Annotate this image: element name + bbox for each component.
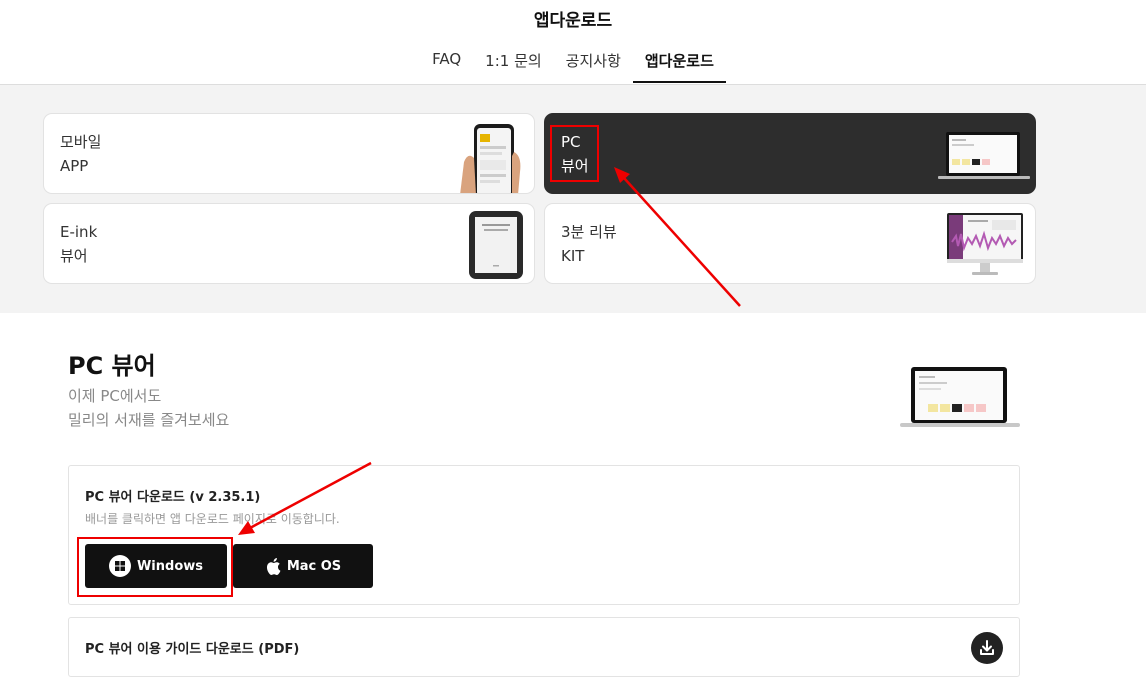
card-pc-viewer[interactable]: PC 뷰어 bbox=[544, 113, 1036, 194]
tab-faq[interactable]: FAQ bbox=[420, 48, 473, 83]
apple-icon bbox=[265, 557, 281, 576]
viewer-title: PC 뷰어 bbox=[68, 352, 156, 380]
macos-button-label: Mac OS bbox=[286, 558, 342, 574]
card-line1: 3분 리뷰 bbox=[561, 223, 617, 241]
card-eink-viewer[interactable]: E-ink 뷰어 bbox=[43, 203, 535, 284]
tab-bar: FAQ 1:1 문의 공지사항 앱다운로드 bbox=[0, 48, 1146, 83]
card-line2: APP bbox=[60, 157, 89, 175]
card-line2: 뷰어 bbox=[60, 247, 88, 265]
ereader-illustration bbox=[469, 211, 523, 279]
card-line2: KIT bbox=[561, 247, 585, 265]
card-review-kit[interactable]: 3분 리뷰 KIT bbox=[544, 203, 1036, 284]
card-label: 3분 리뷰 KIT bbox=[561, 220, 617, 268]
tab-app-download[interactable]: 앱다운로드 bbox=[632, 48, 726, 83]
viewer-subtitle-line1: 이제 PC에서도 bbox=[68, 387, 162, 405]
annotation-highlight-windows bbox=[77, 537, 233, 597]
viewer-subtitle: 이제 PC에서도 밀리의 서재를 즐겨보세요 bbox=[68, 384, 229, 432]
card-label: E-ink 뷰어 bbox=[60, 220, 97, 268]
card-line1: E-ink bbox=[60, 223, 98, 241]
download-icon[interactable] bbox=[971, 632, 1003, 664]
card-line1: 모바일 bbox=[60, 133, 102, 151]
guide-title: PC 뷰어 이용 가이드 다운로드 (PDF) bbox=[85, 642, 300, 657]
card-label: 모바일 APP bbox=[60, 130, 101, 178]
page-title: 앱다운로드 bbox=[533, 11, 613, 31]
annotation-highlight-pc-card bbox=[550, 125, 599, 182]
laptop-illustration bbox=[900, 367, 1020, 427]
card-mobile-app[interactable]: 모바일 APP bbox=[43, 113, 535, 194]
phone-illustration bbox=[460, 124, 521, 193]
macos-download-button[interactable]: Mac OS bbox=[233, 544, 373, 588]
guide-download-panel[interactable]: PC 뷰어 이용 가이드 다운로드 (PDF) bbox=[68, 617, 1020, 677]
laptop-illustration bbox=[938, 132, 1030, 179]
monitor-illustration bbox=[947, 213, 1023, 275]
download-description: 배너를 클릭하면 앱 다운로드 페이지로 이동합니다. bbox=[85, 512, 340, 526]
tab-notice[interactable]: 공지사항 bbox=[554, 48, 633, 83]
download-title: PC 뷰어 다운로드 (v 2.35.1) bbox=[85, 490, 261, 505]
viewer-subtitle-line2: 밀리의 서재를 즐겨보세요 bbox=[68, 411, 230, 429]
tab-inquiry[interactable]: 1:1 문의 bbox=[473, 48, 554, 83]
